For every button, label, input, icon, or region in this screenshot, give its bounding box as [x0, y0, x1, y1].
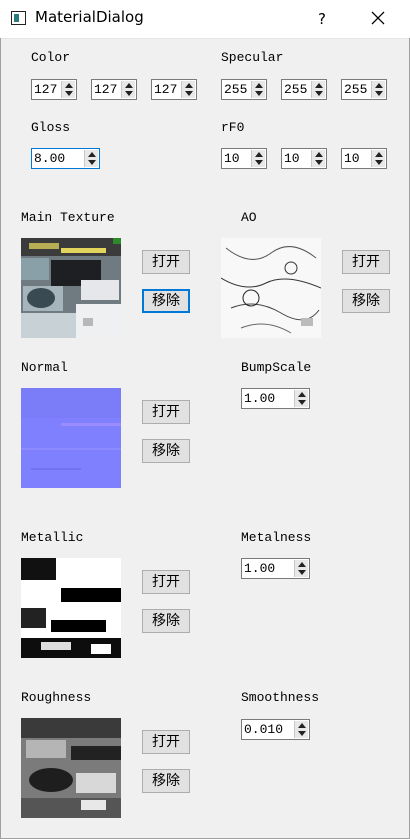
main-texture-label: Main Texture [21, 210, 115, 225]
up-arrow-icon[interactable] [88, 152, 96, 157]
metallic-open-button[interactable]: 打开 [142, 570, 190, 594]
down-arrow-icon[interactable] [255, 160, 263, 165]
main-texture-remove-button[interactable]: 移除 [142, 289, 190, 313]
gloss-label: Gloss [31, 120, 71, 135]
metallic-remove-button[interactable]: 移除 [142, 609, 190, 633]
up-arrow-icon[interactable] [375, 83, 383, 88]
up-arrow-icon[interactable] [315, 83, 323, 88]
spin-arrows[interactable] [311, 81, 325, 98]
up-arrow-icon[interactable] [255, 83, 263, 88]
rf0-r-value: 10 [224, 151, 240, 166]
roughness-remove-button[interactable]: 移除 [142, 769, 190, 793]
up-arrow-icon[interactable] [185, 83, 193, 88]
specular-g-value: 255 [284, 82, 308, 97]
rf0-g-spinbox[interactable]: 10 [281, 148, 327, 169]
up-arrow-icon[interactable] [298, 392, 306, 397]
app-icon [11, 11, 26, 25]
down-arrow-icon[interactable] [65, 91, 73, 96]
main-texture-open-button[interactable]: 打开 [142, 250, 190, 274]
up-arrow-icon[interactable] [65, 83, 73, 88]
down-arrow-icon[interactable] [125, 91, 133, 96]
metallic-label: Metallic [21, 530, 84, 545]
rf0-label: rF0 [221, 120, 245, 135]
spin-arrows[interactable] [251, 150, 265, 167]
up-arrow-icon[interactable] [298, 723, 306, 728]
rf0-b-value: 10 [344, 151, 360, 166]
spin-arrows[interactable] [121, 81, 135, 98]
close-icon [371, 11, 385, 25]
specular-b-spinbox[interactable]: 255 [341, 79, 387, 100]
smoothness-value: 0.010 [244, 722, 284, 737]
window-title: MaterialDialog [35, 8, 144, 26]
up-arrow-icon[interactable] [125, 83, 133, 88]
metallic-thumbnail [21, 558, 121, 658]
metalness-value: 1.00 [244, 561, 276, 576]
spin-arrows[interactable] [371, 81, 385, 98]
ao-label: AO [241, 210, 257, 225]
specular-r-value: 255 [224, 82, 248, 97]
down-arrow-icon[interactable] [298, 570, 306, 575]
bump-scale-label: BumpScale [241, 360, 312, 375]
roughness-open-button[interactable]: 打开 [142, 730, 190, 754]
down-arrow-icon[interactable] [88, 160, 96, 165]
down-arrow-icon[interactable] [255, 91, 263, 96]
down-arrow-icon[interactable] [298, 400, 306, 405]
metalness-label: Metalness [241, 530, 312, 545]
spin-arrows[interactable] [84, 150, 98, 167]
main-texture-thumbnail [21, 238, 121, 338]
spin-arrows[interactable] [181, 81, 195, 98]
smoothness-spinbox[interactable]: 0.010 [241, 719, 310, 740]
spin-arrows[interactable] [294, 390, 308, 407]
color-r-value: 127 [34, 82, 58, 97]
up-arrow-icon[interactable] [315, 152, 323, 157]
title-bar[interactable]: MaterialDialog ? [0, 0, 410, 39]
ao-open-button[interactable]: 打开 [342, 250, 390, 274]
up-arrow-icon[interactable] [255, 152, 263, 157]
roughness-label: Roughness [21, 690, 92, 705]
bump-scale-spinbox[interactable]: 1.00 [241, 388, 310, 409]
gloss-spinbox[interactable]: 8.00 [31, 148, 100, 169]
normal-thumbnail [21, 388, 121, 488]
gloss-value: 8.00 [34, 151, 66, 166]
specular-r-spinbox[interactable]: 255 [221, 79, 267, 100]
smoothness-label: Smoothness [241, 690, 320, 705]
specular-b-value: 255 [344, 82, 368, 97]
up-arrow-icon[interactable] [375, 152, 383, 157]
specular-g-spinbox[interactable]: 255 [281, 79, 327, 100]
down-arrow-icon[interactable] [185, 91, 193, 96]
down-arrow-icon[interactable] [375, 160, 383, 165]
spin-arrows[interactable] [251, 81, 265, 98]
close-button[interactable] [363, 6, 393, 32]
metalness-spinbox[interactable]: 1.00 [241, 558, 310, 579]
rf0-g-value: 10 [284, 151, 300, 166]
down-arrow-icon[interactable] [298, 731, 306, 736]
spin-arrows[interactable] [294, 721, 308, 738]
normal-label: Normal [21, 360, 68, 375]
color-b-value: 127 [154, 82, 178, 97]
color-g-value: 127 [94, 82, 118, 97]
bump-scale-value: 1.00 [244, 391, 276, 406]
rf0-r-spinbox[interactable]: 10 [221, 148, 267, 169]
help-button[interactable]: ? [309, 6, 335, 32]
spin-arrows[interactable] [311, 150, 325, 167]
color-label: Color [31, 50, 71, 65]
spin-arrows[interactable] [294, 560, 308, 577]
normal-remove-button[interactable]: 移除 [142, 439, 190, 463]
up-arrow-icon[interactable] [298, 562, 306, 567]
spin-arrows[interactable] [61, 81, 75, 98]
color-b-spinbox[interactable]: 127 [151, 79, 197, 100]
rf0-b-spinbox[interactable]: 10 [341, 148, 387, 169]
ao-thumbnail [221, 238, 321, 338]
spin-arrows[interactable] [371, 150, 385, 167]
down-arrow-icon[interactable] [315, 160, 323, 165]
specular-label: Specular [221, 50, 284, 65]
ao-remove-button[interactable]: 移除 [342, 289, 390, 313]
down-arrow-icon[interactable] [315, 91, 323, 96]
roughness-thumbnail [21, 718, 121, 818]
down-arrow-icon[interactable] [375, 91, 383, 96]
normal-open-button[interactable]: 打开 [142, 400, 190, 424]
color-r-spinbox[interactable]: 127 [31, 79, 77, 100]
color-g-spinbox[interactable]: 127 [91, 79, 137, 100]
